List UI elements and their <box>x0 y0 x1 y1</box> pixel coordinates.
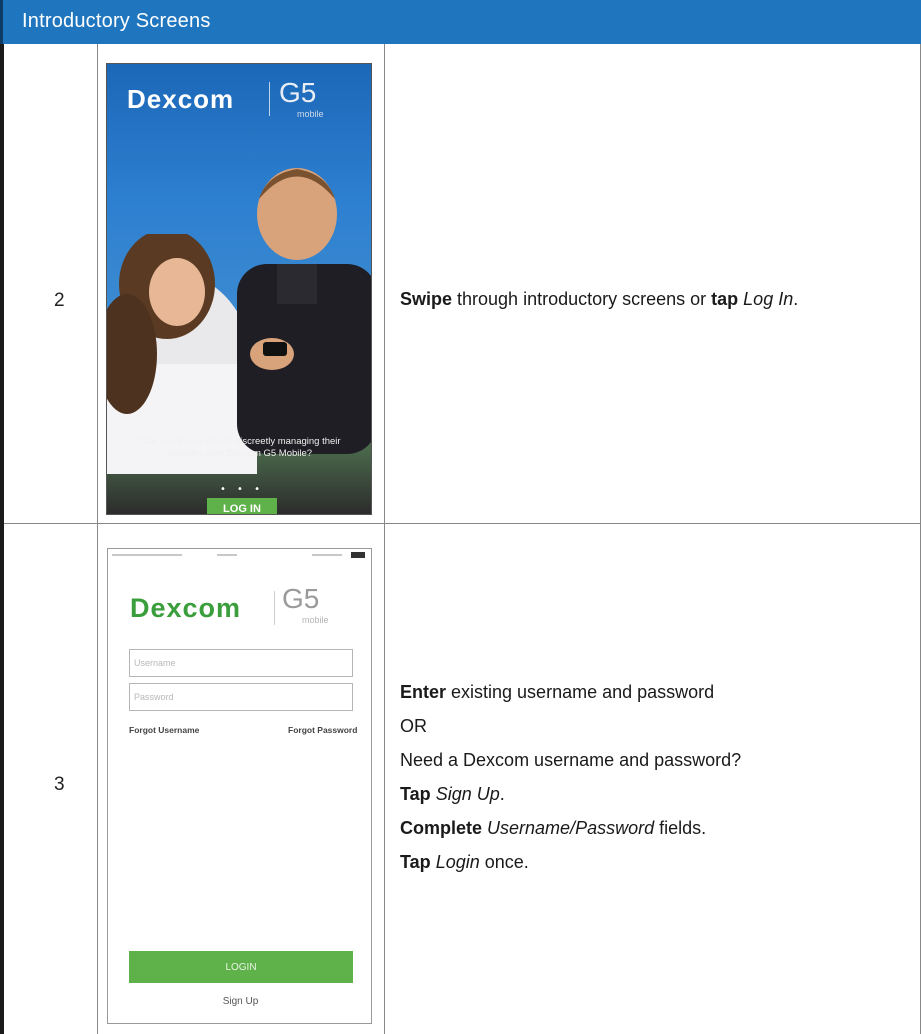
desc-login: Login <box>435 852 480 872</box>
step-description: Enter existing username and password OR … <box>400 675 741 879</box>
desc-tap: Tap <box>400 784 431 804</box>
battery-icon <box>351 552 365 558</box>
desc-text: through introductory screens or <box>452 289 712 309</box>
username-input[interactable] <box>129 649 353 677</box>
g5-logo: G5 <box>279 77 317 108</box>
forgot-password-link[interactable]: Forgot Password <box>288 725 357 735</box>
desc-text: existing username and password <box>446 682 715 702</box>
desc-line: Enter existing username and password <box>400 675 741 709</box>
desc-line: Need a Dexcom username and password? <box>400 750 742 770</box>
status-bar-percent <box>312 554 342 556</box>
desc-tap: tap <box>711 289 739 309</box>
login-screenshot: Dexcom G5 mobile Forgot Username Forgot … <box>107 548 372 1024</box>
man-photo <box>237 168 371 454</box>
logo-separator <box>274 591 275 625</box>
status-bar <box>112 552 367 558</box>
g5-mobile-label: mobile <box>302 615 329 625</box>
status-bar-signal <box>112 554 182 556</box>
signup-link[interactable]: Sign Up <box>108 996 373 1007</box>
forgot-username-link[interactable]: Forgot Username <box>129 725 199 735</box>
logo-separator <box>269 82 270 116</box>
desc-fields: Username/Password <box>487 818 655 838</box>
splash-caption: Can you guess who is discreetly managing… <box>139 436 341 459</box>
g5-mobile-label: mobile <box>297 109 324 119</box>
splash-screenshot: Dexcom G5 mobile Can you guess who is di… <box>106 63 372 515</box>
desc-line: Tap Login once. <box>400 845 741 879</box>
desc-line: OR <box>400 716 427 736</box>
desc-period: . <box>499 784 505 804</box>
desc-complete: Complete <box>400 818 483 838</box>
dexcom-logo: Dexcom <box>127 84 235 114</box>
instructions-table: Introductory Screens 2 Swipe through int… <box>0 0 921 1034</box>
login-button[interactable]: LOGIN <box>129 951 353 983</box>
dexcom-logo: Dexcom <box>130 593 242 623</box>
desc-login: Log In <box>743 289 794 309</box>
desc-period: . <box>793 289 799 309</box>
step-number: 3 <box>54 774 65 795</box>
desc-line: Tap Sign Up. <box>400 777 741 811</box>
desc-signup: Sign Up <box>435 784 500 804</box>
desc-text: once. <box>479 852 529 872</box>
desc-swipe: Swipe <box>400 289 453 309</box>
status-bar-time <box>217 554 237 556</box>
desc-tap: Tap <box>400 852 431 872</box>
g5-logo: G5 <box>282 583 320 614</box>
table-header-title: Introductory Screens <box>22 10 211 32</box>
step-number: 2 <box>54 290 65 311</box>
table-header: Introductory Screens <box>0 0 921 44</box>
password-input[interactable] <box>129 683 353 711</box>
desc-enter: Enter <box>400 682 447 702</box>
step-description: Swipe through introductory screens or ta… <box>400 289 798 310</box>
desc-text: fields. <box>654 818 707 838</box>
splash-login-button[interactable]: LOG IN <box>207 498 277 514</box>
desc-line: Complete Username/Password fields. <box>400 811 741 845</box>
